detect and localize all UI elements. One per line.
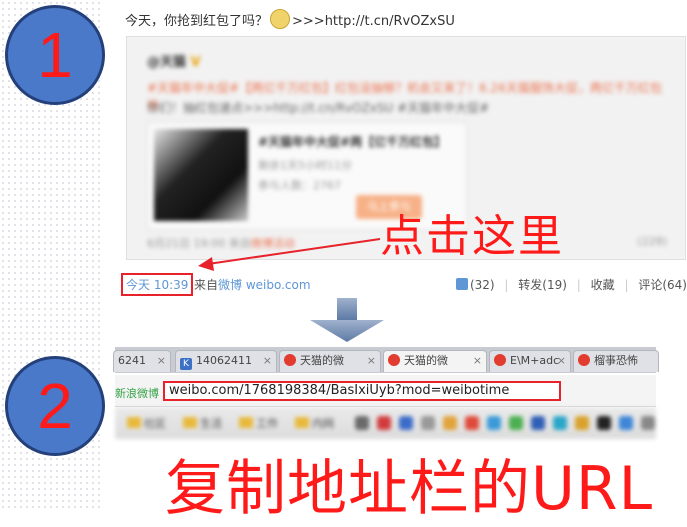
weibo-favicon-icon: [284, 354, 296, 366]
folder-icon: [295, 417, 309, 428]
verified-icon: V: [190, 55, 201, 70]
post-source: 来自微博 weibo.com: [194, 276, 311, 293]
post-footer: 今天 10:39 来自微博 weibo.com (32) | 转发(19) | …: [118, 270, 687, 296]
site-identity[interactable]: 新浪微博: [115, 385, 159, 401]
bookmark-icon[interactable]: [487, 416, 501, 430]
bookmark-icon[interactable]: [575, 416, 589, 430]
tab-label: E\M+adc: [510, 354, 560, 367]
source-link[interactable]: 微博 weibo.com: [218, 278, 311, 292]
bookmark-icon[interactable]: [377, 416, 391, 430]
bookmarks-bar: 社区 生活 工作 内网: [115, 407, 656, 439]
folder-icon: [127, 417, 141, 428]
source-prefix: 来自: [194, 278, 219, 292]
weibo-favicon-icon: [494, 354, 506, 366]
bookmark-icon[interactable]: [553, 416, 567, 430]
browser-tab[interactable]: 天猫的微 ×: [279, 350, 381, 372]
close-icon[interactable]: ×: [263, 351, 272, 371]
bookmark-label: 内网: [312, 417, 334, 430]
post-body: 今天，你抢到红包了吗？: [125, 14, 269, 29]
folder-icon: [183, 417, 197, 428]
promo-thumbnail: [154, 129, 248, 221]
tab-label: 6241: [118, 354, 146, 367]
url-field[interactable]: weibo.com/1768198384/BasIxiUyb?mod=weibo…: [163, 381, 561, 401]
post-time-link[interactable]: 今天 10:39: [121, 273, 194, 296]
bookmark-icon[interactable]: [465, 416, 479, 430]
quoted-counts: (228): [637, 235, 667, 248]
step-one-number: 1: [37, 19, 73, 91]
browser-tab[interactable]: E\M+adc ×: [489, 350, 571, 372]
separator: |: [624, 278, 629, 292]
weibo-favicon-icon: [578, 354, 590, 366]
promo-countdown: 剩余1天5小时11分: [258, 159, 352, 172]
separator: |: [504, 278, 509, 292]
folder-icon: [239, 417, 253, 428]
close-icon[interactable]: ×: [157, 351, 166, 371]
browser-tab-active[interactable]: 天猫的微 ×: [383, 350, 487, 372]
bookmark-icon[interactable]: [399, 416, 413, 430]
promo-participants: 参与人数：2767: [258, 179, 341, 192]
like-icon[interactable]: [455, 278, 468, 290]
address-bar: 新浪微博 weibo.com/1768198384/BasIxiUyb?mod=…: [115, 375, 656, 407]
separator: |: [576, 278, 581, 292]
bookmark-icon[interactable]: [355, 416, 369, 430]
bookmark-folder[interactable]: 内网: [295, 415, 334, 431]
copy-url-callout: 复制地址栏的URL: [165, 454, 654, 524]
step-one-badge: 1: [5, 5, 105, 105]
like-count[interactable]: (32): [470, 278, 495, 292]
post-actions: (32) | 转发(19) | 收藏 | 评论(64): [455, 276, 687, 293]
tab-label: 天猫的微: [300, 354, 344, 367]
weibo-favicon-icon: [388, 354, 400, 366]
bookmark-icon[interactable]: [641, 416, 655, 430]
repost-button[interactable]: 转发(19): [518, 278, 567, 292]
bookmark-icon[interactable]: [619, 416, 633, 430]
bookmark-label: 生活: [200, 417, 222, 430]
quoted-author[interactable]: @天猫 V: [147, 51, 201, 70]
step-two-badge: 2: [5, 356, 105, 456]
bookmark-folder[interactable]: 工作: [239, 415, 278, 431]
bookmark-folder[interactable]: 社区: [127, 415, 166, 431]
k-favicon-icon: K: [180, 358, 192, 370]
bookmark-icon[interactable]: [509, 416, 523, 430]
browser-tab[interactable]: K 14062411 ×: [175, 350, 277, 372]
bookmark-folder[interactable]: 生活: [183, 415, 222, 431]
bookmark-label: 工作: [256, 417, 278, 430]
comment-button[interactable]: 评论(64): [638, 278, 687, 292]
post-link[interactable]: >>>http://t.cn/RvOZxSU: [292, 14, 455, 29]
bookmark-icon[interactable]: [421, 416, 435, 430]
emoji-icon: [270, 9, 291, 29]
bookmark-icon[interactable]: [443, 416, 457, 430]
github-icon[interactable]: [597, 416, 611, 430]
bookmark-icon[interactable]: [531, 416, 545, 430]
tab-label: 天猫的微: [404, 354, 448, 367]
close-icon[interactable]: ×: [473, 351, 482, 371]
url-text[interactable]: weibo.com/1768198384/BasIxiUyb?mod=weibo…: [169, 383, 509, 398]
favorite-button[interactable]: 收藏: [591, 278, 615, 292]
click-here-callout: 点击这里: [380, 211, 564, 262]
down-arrow-icon: [310, 298, 384, 342]
post-text: 今天，你抢到红包了吗？ >>>http://t.cn/RvOZxSU: [125, 9, 455, 29]
close-icon[interactable]: ×: [367, 351, 376, 371]
tab-label: 14062411: [196, 354, 252, 367]
browser-tabstrip: 6241 × K 14062411 × 天猫的微 × 天猫的微 × E\M+adc × 榴亊…: [113, 347, 659, 373]
quoted-author-name[interactable]: @天猫: [147, 55, 186, 70]
step-two-number: 2: [37, 370, 73, 442]
browser-tab[interactable]: 榴亊恐怖: [573, 350, 659, 372]
browser-tab[interactable]: 6241 ×: [113, 350, 171, 372]
tab-label: 榴亊恐怖: [594, 354, 638, 367]
close-icon[interactable]: ×: [557, 351, 566, 371]
bookmark-label: 社区: [144, 417, 166, 430]
quoted-line-2: 你们！抽红包速点>>>http://t.cn/RvOZxSU #天猫年中大促#: [147, 101, 490, 115]
promo-title: #天猫年中大促#两【亿千万红包】: [258, 135, 447, 149]
